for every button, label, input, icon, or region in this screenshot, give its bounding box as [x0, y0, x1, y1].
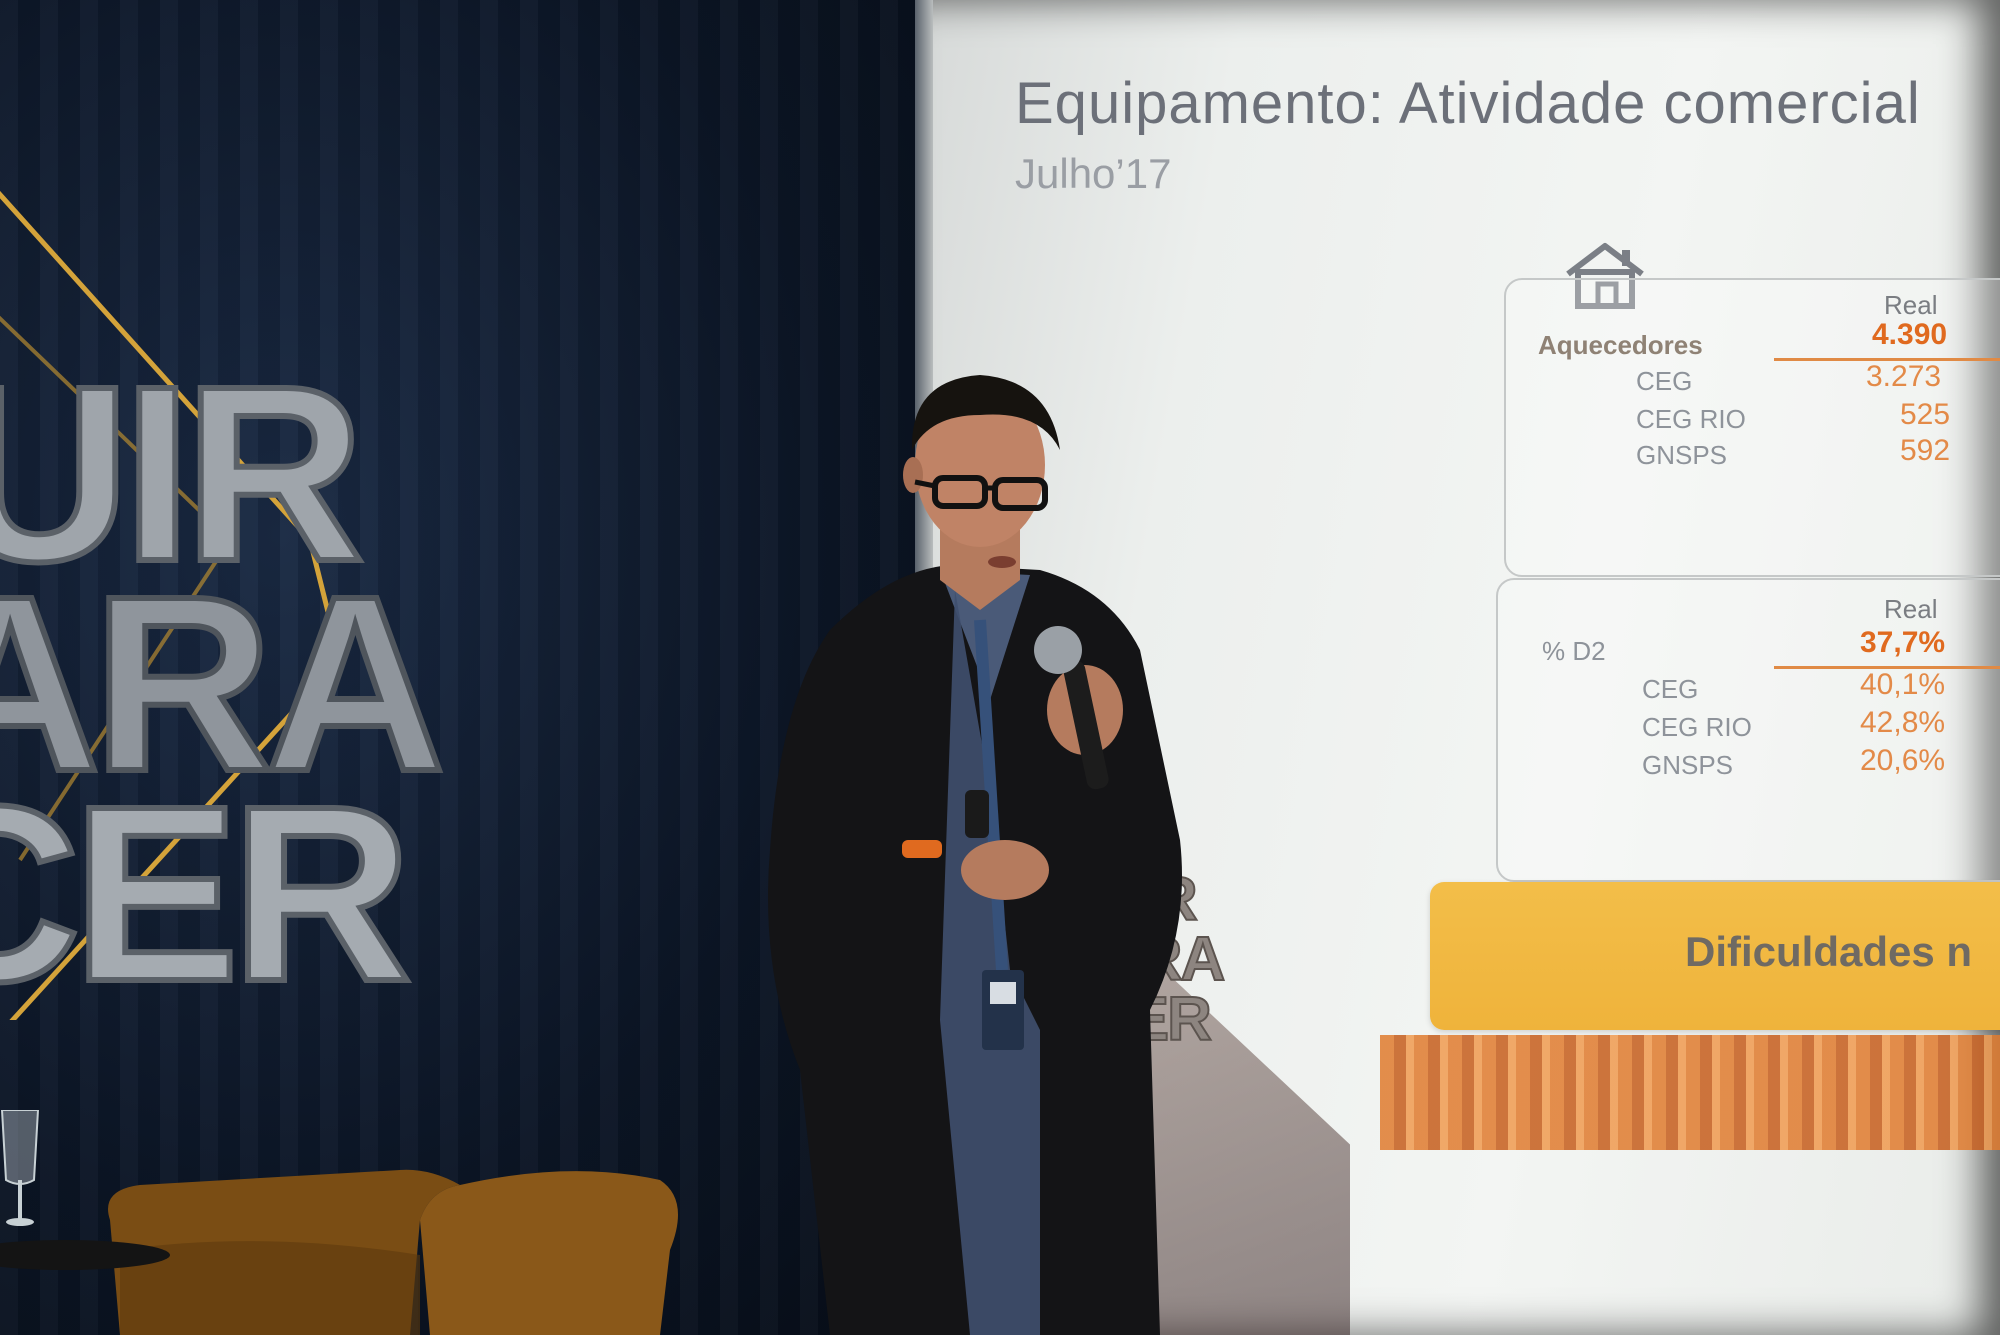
column-header: Real [1884, 594, 1938, 624]
row-value: 20,6% [1860, 744, 1946, 777]
presenter [768, 375, 1182, 1335]
slide-title: Equipamento: Atividade comercial [1015, 71, 1921, 136]
highlight-banner: Dificuldades n [1430, 882, 2000, 1030]
row-value: 525 [1900, 398, 1951, 431]
row-value: 4.390 [1872, 318, 1948, 351]
row-label: Aquecedores [1538, 330, 1703, 360]
water-glass [0, 1110, 40, 1226]
decorative-stripes [1380, 1035, 2000, 1150]
backdrop-logo: UIR ARA CER [0, 190, 450, 1020]
row-value: 3.273 [1866, 360, 1942, 393]
armchair [108, 1169, 678, 1335]
stats-box-aquecedores: Real Aquecedores 4.390 CEG 3.273 CEG RIO… [1504, 278, 2000, 577]
row-label: % D2 [1542, 636, 1606, 666]
row-value: 40,1% [1860, 668, 1946, 701]
photo-scene: UIR ARA CER Equipamento: Atividade comer… [0, 0, 2000, 1335]
slide-subtitle: Julho’17 [1015, 150, 1172, 197]
row-label: GNSPS [1642, 750, 1734, 780]
stats-box-d2: Real % D2 37,7% CEG 40,1% CEG RIO 42,8% … [1496, 578, 2000, 882]
banner-text: Dificuldades n [1685, 928, 1973, 975]
row-label: CEG [1636, 366, 1693, 396]
column-header: Real [1884, 290, 1938, 320]
row-label: CEG RIO [1642, 712, 1752, 742]
row-label: CEG [1642, 674, 1699, 704]
row-label: GNSPS [1636, 440, 1728, 470]
backdrop-logo-line-3: CER [0, 754, 407, 1020]
row-value: 42,8% [1860, 706, 1946, 739]
row-value: 37,7% [1860, 626, 1946, 659]
row-label: CEG RIO [1636, 404, 1746, 434]
row-value: 592 [1900, 434, 1951, 467]
